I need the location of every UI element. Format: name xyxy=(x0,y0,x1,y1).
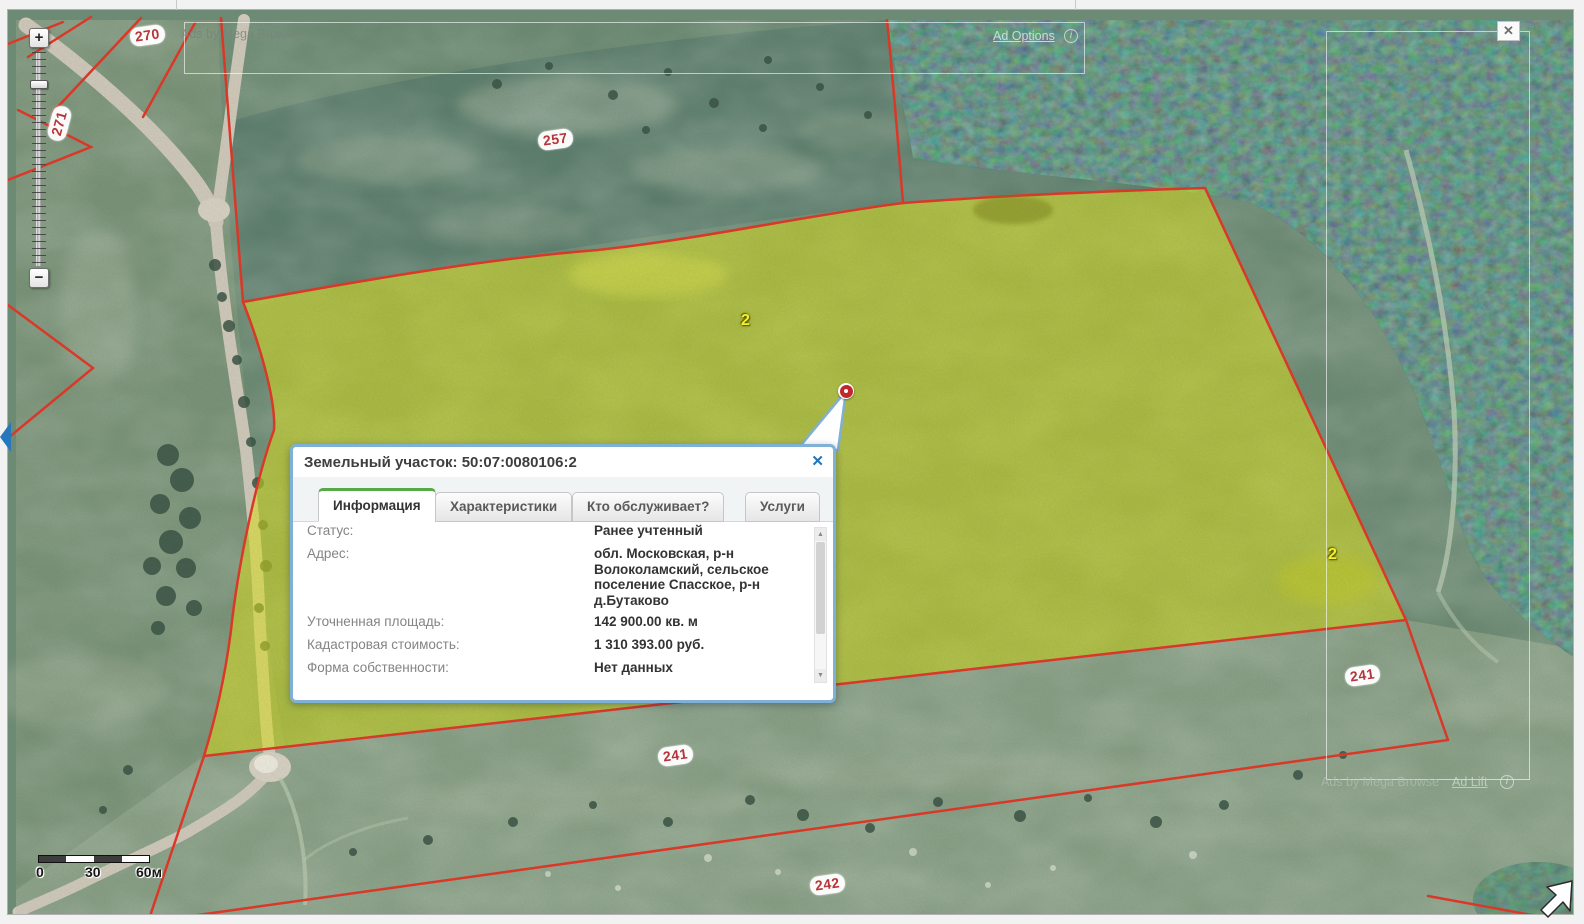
popup-tab-strip: Информация Характеристики Кто обслуживае… xyxy=(293,477,833,522)
scale-tick-0: 0 xyxy=(36,864,44,880)
scale-tick-60: 60м xyxy=(136,864,162,880)
popup-title: Земельный участок: 50:07:0080106:2 xyxy=(304,454,577,471)
scale-bar-segments xyxy=(38,855,150,863)
tab-informacia[interactable]: Информация xyxy=(318,488,436,522)
ad-info-icon-top[interactable]: i xyxy=(1064,29,1078,43)
field-label-cadastral-value: Кадастровая стоимость: xyxy=(307,637,460,652)
tab-uslugi[interactable]: Услуги xyxy=(745,492,820,522)
field-value-area: 142 900.00 кв. м xyxy=(594,614,698,629)
field-label-address: Адрес: xyxy=(307,546,350,561)
collapse-panel-arrow[interactable] xyxy=(0,422,11,452)
field-label-ownership: Форма собственности: xyxy=(307,660,449,675)
field-value-address: обл. Московская, р-н Волоколамский, сель… xyxy=(594,546,769,608)
ad-frame-edge-mark xyxy=(1075,0,1076,10)
field-value-status: Ранее учтенный xyxy=(594,523,703,538)
ad-info-icon-bottom[interactable]: i xyxy=(1500,775,1514,789)
scale-tick-30: 30 xyxy=(85,864,101,880)
ad-frame-edge-mark xyxy=(176,0,177,10)
scrollbar-thumb[interactable] xyxy=(816,542,825,634)
zoom-out-button[interactable]: − xyxy=(29,268,49,288)
scale-bar: 0 30 60м xyxy=(36,855,162,880)
field-value-cadastral-value: 1 310 393.00 руб. xyxy=(594,637,705,652)
scroll-up-icon[interactable]: ▲ xyxy=(815,528,826,541)
scroll-down-icon[interactable]: ▼ xyxy=(815,669,826,682)
zoom-slider-handle[interactable] xyxy=(30,80,48,89)
field-label-area: Уточненная площадь: xyxy=(307,614,445,629)
tab-kto-obsluzhivaet[interactable]: Кто обслуживает? xyxy=(572,492,725,522)
highlight-parcel-label-2b: 2 xyxy=(1328,546,1337,563)
popup-close-icon[interactable]: ✕ xyxy=(811,452,824,470)
highlight-parcel-label-2: 2 xyxy=(741,312,750,329)
ad-close-button[interactable]: ✕ xyxy=(1497,21,1520,41)
popup-scrollbar[interactable]: ▲ ▼ xyxy=(814,527,827,683)
tab-harakteristiki[interactable]: Характеристики xyxy=(435,492,573,522)
cadastral-map-page: { "map": { "parcel_labels": [ {"text": "… xyxy=(0,0,1584,924)
ad-lift-link[interactable]: Ad Lift xyxy=(1452,775,1487,789)
parcel-marker[interactable] xyxy=(838,383,854,399)
ad-attribution-top: Ads by Mega Browse xyxy=(181,27,300,41)
parcel-info-popup: Земельный участок: 50:07:0080106:2 ✕ Инф… xyxy=(290,444,836,703)
field-value-ownership: Нет данных xyxy=(594,660,673,675)
ad-options-link[interactable]: Ad Options xyxy=(993,29,1055,43)
field-label-status: Статус: xyxy=(307,523,354,538)
ad-attribution-bottom: Ads by Mega Browse xyxy=(1321,775,1440,789)
zoom-in-button[interactable]: + xyxy=(29,28,49,48)
